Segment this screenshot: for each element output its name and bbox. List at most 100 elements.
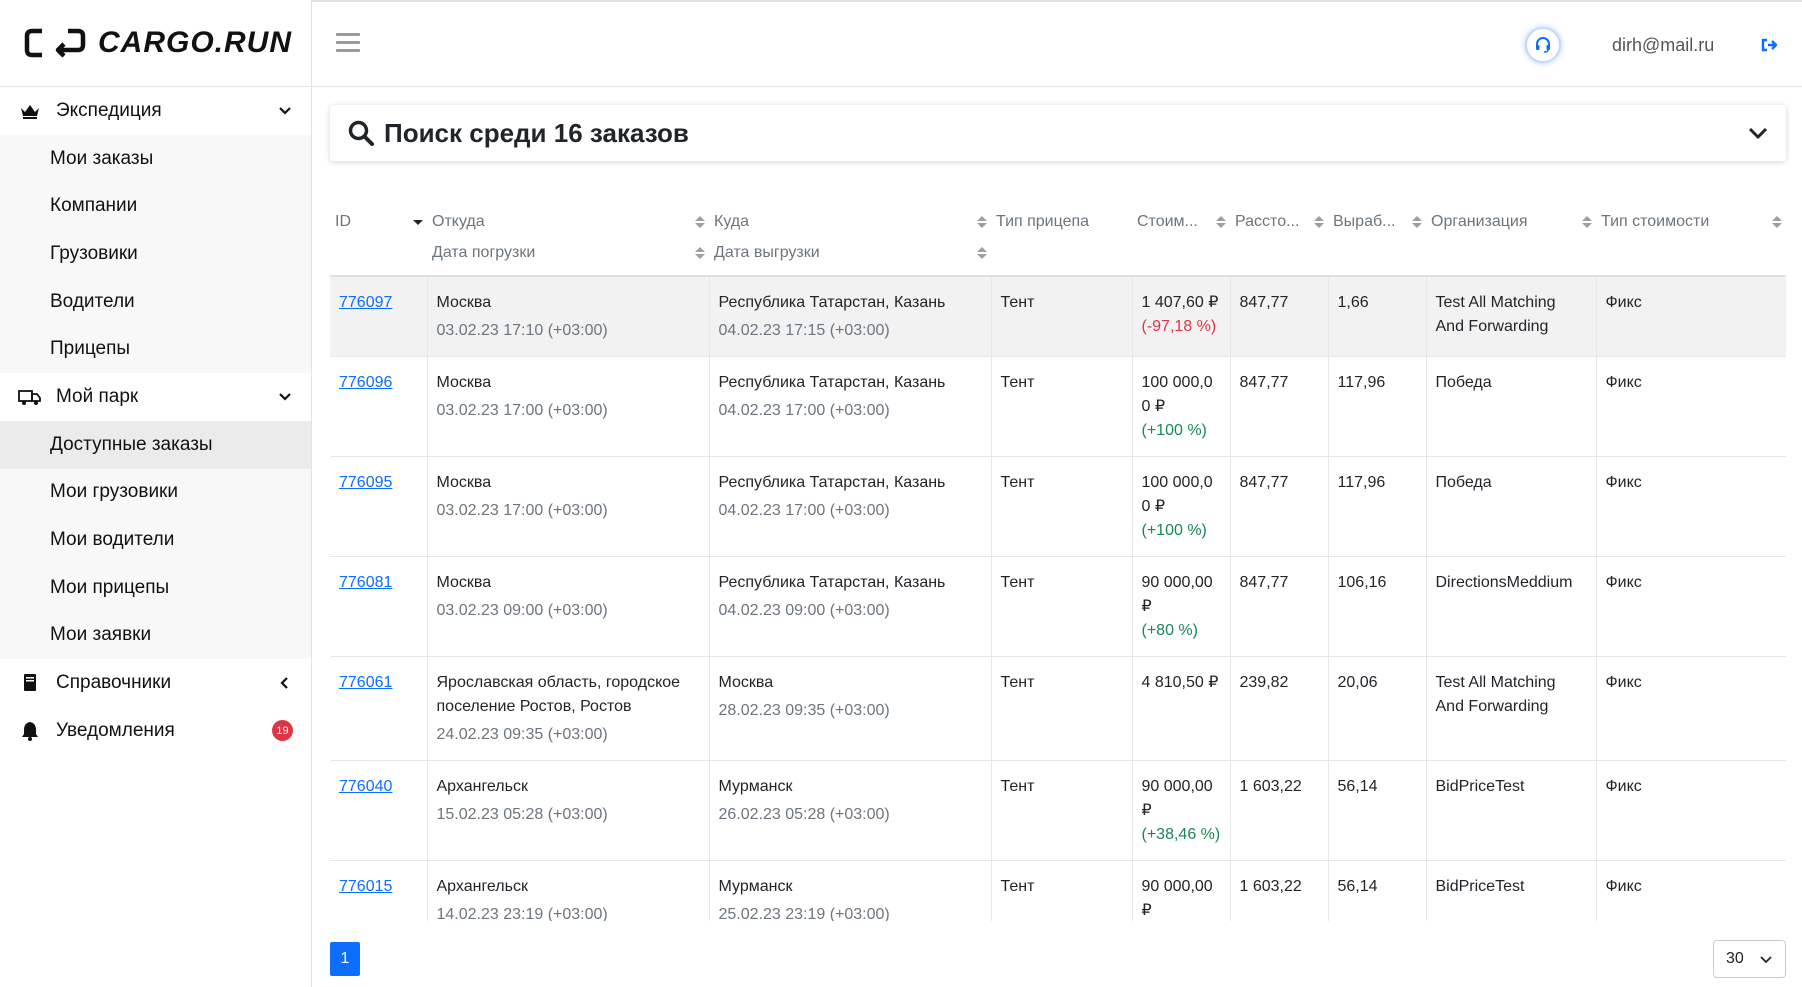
order-id-link[interactable]: 776095	[339, 474, 392, 491]
cost-value: 90 000,00 ₽	[1141, 777, 1213, 819]
sidebar-item[interactable]: Мои водители	[0, 516, 311, 564]
output-value: 56,14	[1337, 877, 1378, 895]
sort-icon[interactable]	[1314, 215, 1324, 229]
col-header-id[interactable]: ID	[330, 195, 427, 276]
col-header-organization[interactable]: Организация	[1426, 195, 1596, 276]
chevron-down-icon[interactable]	[277, 103, 293, 119]
cost-type: Фикс	[1605, 573, 1642, 591]
sidebar: CARGO.RUN Экспедиция Мои заказы Компании Гр…	[0, 0, 312, 987]
cell-id: 776040	[330, 760, 427, 861]
cost-type: Фикс	[1605, 373, 1642, 391]
order-id-link[interactable]: 776040	[339, 778, 392, 795]
order-id-link[interactable]: 776097	[339, 294, 392, 311]
hamburger-menu-icon[interactable]	[336, 33, 360, 53]
sidebar-item[interactable]: Мои прицепы	[0, 564, 311, 612]
logo[interactable]: CARGO.RUN	[0, 0, 311, 87]
cell-cost: 90 000,00 ₽ (+38,46 %)	[1131, 760, 1230, 861]
col-header-distance[interactable]: Рассто...	[1230, 195, 1328, 276]
unload-date: 04.02.23 17:15 (+03:00)	[718, 322, 890, 339]
sidebar-item[interactable]: Мои заявки	[0, 611, 311, 659]
col-header-cost-type[interactable]: Тип стоимости	[1596, 195, 1786, 276]
sort-icon[interactable]	[1582, 215, 1592, 229]
user-email[interactable]: dirh@mail.ru	[1612, 35, 1714, 56]
cost-type: Фикс	[1605, 473, 1642, 491]
order-id-link[interactable]: 776081	[339, 574, 392, 591]
sidebar-item[interactable]: Грузовики	[0, 230, 311, 278]
sort-icon[interactable]	[1412, 215, 1422, 229]
cost-value: 100 000,0 0 ₽	[1141, 373, 1213, 415]
sort-icon[interactable]	[695, 246, 705, 260]
organization-name: Test All Matching And Forwarding	[1435, 673, 1556, 715]
sort-icon[interactable]	[1216, 215, 1226, 229]
sort-icon[interactable]	[695, 215, 705, 229]
order-id-link[interactable]: 776096	[339, 374, 392, 391]
from-location: Архангельск	[436, 877, 528, 895]
unload-date: 25.02.23 23:19 (+03:00)	[718, 905, 890, 922]
cell-organization: BidPriceTest	[1425, 760, 1596, 861]
table-row[interactable]: 776015 Архангельск 14.02.23 23:19 (+03:00)…	[330, 860, 1786, 921]
col-header-from[interactable]: Откуда Дата погрузки	[427, 195, 709, 276]
to-location: Москва	[718, 673, 774, 691]
cell-trailer: Тент	[990, 456, 1132, 557]
chevron-left-icon[interactable]	[277, 675, 293, 691]
search-panel[interactable]: Поиск среди 16 заказов	[330, 105, 1786, 161]
cell-output: 20,06	[1327, 656, 1426, 761]
chevron-down-icon[interactable]	[1746, 121, 1770, 145]
table-row[interactable]: 776096 Москва 03.02.23 17:00 (+03:00) Респу…	[330, 356, 1786, 457]
distance-value: 1 603,22	[1239, 777, 1302, 795]
trailer-type: Тент	[1000, 373, 1035, 391]
cell-distance: 847,77	[1229, 556, 1328, 657]
col-header-output[interactable]: Выраб...	[1328, 195, 1426, 276]
sort-desc-icon[interactable]	[413, 215, 423, 229]
cell-cost-type: Фикс	[1595, 860, 1786, 921]
col-header-to[interactable]: Куда Дата выгрузки	[709, 195, 991, 276]
table-row[interactable]: 776061 Ярославская область, городское пос…	[330, 656, 1786, 761]
sort-icon[interactable]	[977, 246, 987, 260]
cell-output: 117,96	[1327, 456, 1426, 557]
page-button-current[interactable]: 1	[330, 942, 360, 976]
sort-icon[interactable]	[977, 215, 987, 229]
page-size-select[interactable]: 30	[1713, 940, 1786, 978]
sidebar-group-2[interactable]: Справочники	[0, 659, 311, 707]
header-label: Стоим...	[1137, 213, 1198, 230]
col-header-cost[interactable]: Стоим...	[1132, 195, 1230, 276]
orders-table: ID Откуда Дата погрузки Куда Дата выгруз…	[330, 195, 1786, 921]
cell-to: Республика Татарстан, Казань 04.02.23 17:…	[708, 276, 991, 357]
from-location: Москва	[436, 373, 492, 391]
table-header-row: ID Откуда Дата погрузки Куда Дата выгруз…	[330, 195, 1786, 276]
table-row[interactable]: 776081 Москва 03.02.23 09:00 (+03:00) Респу…	[330, 556, 1786, 657]
sort-icon[interactable]	[1772, 215, 1782, 229]
cell-output: 117,96	[1327, 356, 1426, 457]
logout-icon[interactable]	[1760, 36, 1780, 54]
cell-organization: Test All Matching And Forwarding	[1425, 656, 1596, 761]
distance-value: 239,82	[1239, 673, 1289, 691]
unload-date: 04.02.23 09:00 (+03:00)	[718, 601, 890, 619]
cell-cost: 4 810,50 ₽	[1131, 656, 1230, 761]
cell-to: Республика Татарстан, Казань 04.02.23 17:…	[708, 356, 991, 457]
sidebar-group-0[interactable]: Экспедиция	[0, 87, 311, 135]
table-row[interactable]: 776040 Архангельск 15.02.23 05:28 (+03:00)…	[330, 760, 1786, 861]
sidebar-group-1[interactable]: Мой парк	[0, 373, 311, 421]
trailer-type: Тент	[1000, 777, 1035, 795]
sidebar-item[interactable]: Водители	[0, 278, 311, 326]
order-id-link[interactable]: 776061	[339, 674, 392, 691]
order-id-link[interactable]: 776015	[339, 878, 392, 895]
sidebar-item[interactable]: Компании	[0, 183, 311, 231]
cell-id: 776097	[330, 276, 427, 357]
sidebar-item[interactable]: Доступные заказы	[0, 420, 311, 469]
sidebar-item[interactable]: Прицепы	[0, 325, 311, 373]
header-label: Откуда	[432, 213, 485, 230]
sidebar-group-3[interactable]: Уведомления 19	[0, 707, 311, 755]
output-value: 1,66	[1337, 294, 1369, 311]
cell-distance: 1 603,22	[1229, 860, 1328, 921]
chevron-down-icon[interactable]	[277, 389, 293, 405]
cell-id: 776081	[330, 556, 427, 657]
table-row[interactable]: 776097 Москва 03.02.23 17:10 (+03:00) Респу…	[330, 276, 1786, 357]
sidebar-item[interactable]: Мои грузовики	[0, 469, 311, 517]
support-headset-icon[interactable]	[1525, 27, 1561, 63]
sidebar-item[interactable]: Мои заказы	[0, 135, 311, 183]
sidebar-submenu: Мои заказы Компании Грузовики Водители Прице…	[0, 135, 311, 373]
cell-to: Мурманск 26.02.23 05:28 (+03:00)	[708, 760, 991, 861]
table-row[interactable]: 776095 Москва 03.02.23 17:00 (+03:00) Респу…	[330, 456, 1786, 557]
cell-to: Республика Татарстан, Казань 04.02.23 17:…	[708, 456, 991, 557]
